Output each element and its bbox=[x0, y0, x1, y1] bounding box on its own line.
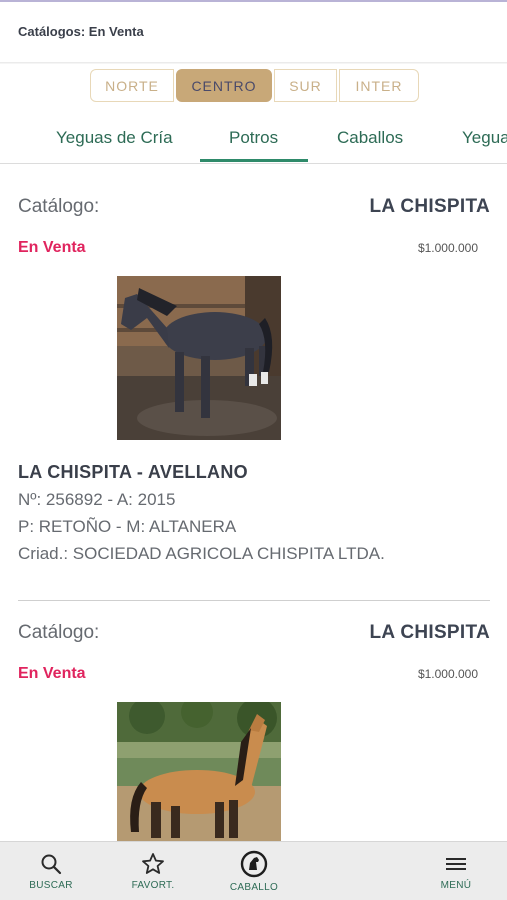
horse-photo-image bbox=[117, 702, 281, 841]
page-title: Catálogos: En Venta bbox=[18, 24, 144, 39]
horse-icon bbox=[240, 850, 268, 878]
listing-divider bbox=[18, 600, 490, 601]
horse-name: LA CHISPITA - AVELLANO bbox=[18, 462, 248, 482]
tab-yegua[interactable]: Yegua bbox=[462, 128, 507, 148]
region-selector: NORTE CENTRO SUR INTER bbox=[90, 69, 421, 102]
tab-caballos[interactable]: Caballos bbox=[337, 128, 403, 148]
region-norte-button[interactable]: NORTE bbox=[90, 69, 174, 102]
horse-photo[interactable] bbox=[117, 702, 281, 841]
horse-photo-image bbox=[117, 276, 281, 440]
category-tabs: Yeguas de Cría Potros Caballos Yegua bbox=[0, 112, 507, 164]
nav-buscar-label: BUSCAR bbox=[29, 880, 73, 891]
tab-yeguas-de-cria[interactable]: Yeguas de Cría bbox=[56, 128, 173, 148]
search-icon bbox=[40, 852, 62, 876]
horse-photo[interactable] bbox=[117, 276, 281, 440]
price: $1.000.000 bbox=[417, 667, 478, 681]
menu-icon bbox=[445, 852, 467, 876]
nav-favoritos[interactable]: FAVORT. bbox=[124, 842, 182, 900]
catalog-label: Catálogo: bbox=[18, 196, 100, 217]
catalog-value: LA CHISPITA bbox=[369, 196, 490, 217]
star-icon bbox=[141, 852, 165, 876]
nav-caballo[interactable]: CABALLO bbox=[224, 842, 284, 900]
status-badge: En Venta bbox=[18, 665, 86, 682]
region-inter-button[interactable]: INTER bbox=[339, 69, 419, 102]
catalog-value: LA CHISPITA bbox=[369, 622, 490, 643]
status-badge: En Venta bbox=[18, 239, 86, 256]
parents: P: RETOÑO - M: ALTANERA bbox=[18, 517, 237, 536]
tab-potros[interactable]: Potros bbox=[229, 128, 278, 148]
region-centro-button[interactable]: CENTRO bbox=[176, 69, 272, 102]
catalog-label: Catálogo: bbox=[18, 622, 100, 643]
region-sur-button[interactable]: SUR bbox=[274, 69, 337, 102]
nav-favoritos-label: FAVORT. bbox=[131, 880, 175, 891]
app-screen: Catálogos: En Venta NORTE CENTRO SUR INT… bbox=[0, 0, 507, 900]
header-divider bbox=[0, 62, 507, 64]
active-tab-indicator bbox=[200, 159, 308, 162]
nav-buscar[interactable]: BUSCAR bbox=[22, 842, 80, 900]
nav-menu[interactable]: MENÚ bbox=[430, 842, 482, 900]
app-header: Catálogos: En Venta bbox=[0, 2, 507, 62]
nav-caballo-label: CABALLO bbox=[229, 882, 279, 893]
nav-menu-label: MENÚ bbox=[440, 880, 472, 891]
bottom-navigation: BUSCAR FAVORT. CABALLO MENÚ bbox=[0, 841, 507, 900]
breeder: Criad.: SOCIEDAD AGRICOLA CHISPITA LTDA. bbox=[18, 544, 385, 563]
price: $1.000.000 bbox=[417, 241, 478, 255]
registration-number: Nº: 256892 - A: 2015 bbox=[18, 490, 176, 509]
